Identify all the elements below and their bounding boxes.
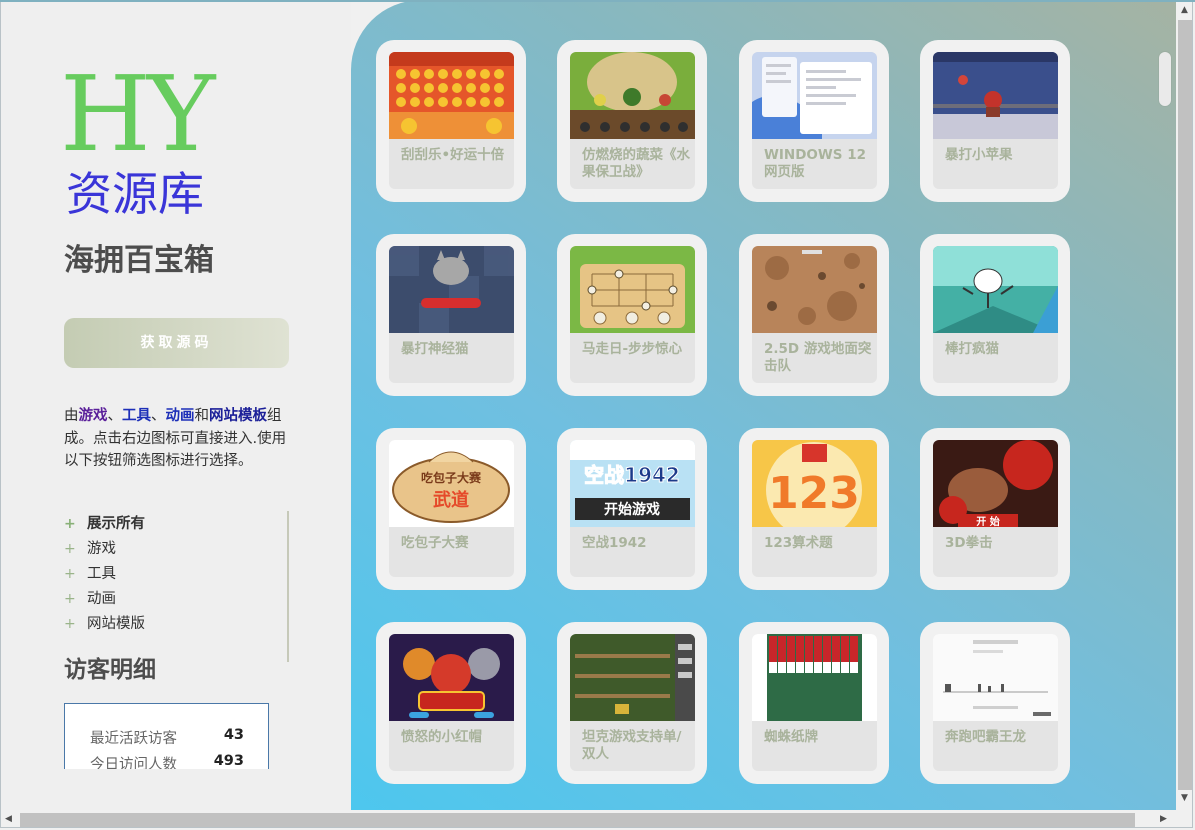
card-windows12[interactable]: WINDOWS 12 网页版 — [739, 40, 889, 202]
spider-solitaire-thumb — [752, 634, 877, 721]
card-title: 3D拳击 — [945, 535, 993, 551]
templates-link[interactable]: 网站模板 — [209, 408, 267, 424]
card-3d-boxing[interactable]: 开 始 3D拳击 — [920, 428, 1070, 590]
card-ground-assault[interactable]: 2.5D 游戏地面突击队 — [739, 234, 889, 396]
site-subtitle: 海拥百宝箱 — [64, 243, 214, 278]
animation-link[interactable]: 动画 — [166, 408, 195, 424]
beat-apple-thumb — [933, 52, 1058, 139]
plus-icon: + — [64, 566, 76, 582]
card-scratch-lottery[interactable]: 刮刮乐•好运十倍 — [376, 40, 526, 202]
vertical-scroll-thumb[interactable] — [1178, 20, 1192, 790]
card-title: 马走日-步步惊心 — [582, 341, 683, 357]
scroll-left-icon[interactable]: ◀ — [5, 814, 12, 824]
scratch-card-thumb — [389, 52, 514, 139]
scrollbar-corner — [1176, 810, 1195, 830]
card-air-war-1942[interactable]: 空战1942 开始游戏 空战1942 — [557, 428, 707, 590]
beat-cat-thumb — [389, 246, 514, 333]
card-title: 棒打疯猫 — [945, 341, 999, 357]
fruit-defense-thumb — [570, 52, 695, 139]
card-fruit-defense[interactable]: 仿燃烧的蔬菜《水果保卫战》 — [557, 40, 707, 202]
svg-text:武道: 武道 — [433, 489, 469, 511]
card-title: 奔跑吧霸王龙 — [945, 729, 1026, 745]
card-bat-crazy-cat[interactable]: 棒打疯猫 — [920, 234, 1070, 396]
svg-text:开 始: 开 始 — [976, 515, 999, 527]
plus-icon: + — [64, 541, 76, 557]
card-tank-game[interactable]: 坦克游戏支持单/双人 — [557, 622, 707, 784]
horizontal-scrollbar[interactable]: ◀ ▶ — [0, 810, 1176, 830]
filter-animation[interactable]: + 动画 — [64, 587, 289, 612]
card-title: 2.5D 游戏地面突击队 — [764, 341, 872, 374]
plus-icon: + — [64, 591, 76, 607]
bat-crazy-cat-thumb — [933, 246, 1058, 333]
horizontal-scroll-thumb[interactable] — [20, 813, 1135, 827]
card-trex-runner[interactable]: 奔跑吧霸王龙 — [920, 622, 1070, 784]
get-source-button[interactable]: 获取源码 — [64, 318, 289, 368]
ground-assault-thumb — [752, 246, 877, 333]
filter-templates[interactable]: + 网站模版 — [64, 612, 289, 637]
sidebar: HY 资源库 海拥百宝箱 获取源码 由游戏、工具、动画和网站模板组成。点击右边图… — [0, 0, 351, 810]
red-hood-thumb — [389, 634, 514, 721]
inner-scroll-handle[interactable] — [1159, 52, 1171, 106]
air-war-thumb: 空战1942 开始游戏 — [570, 440, 695, 527]
scroll-down-icon[interactable]: ▼ — [1181, 793, 1188, 803]
svg-text:吃包子大赛: 吃包子大赛 — [421, 470, 482, 485]
card-title: 刮刮乐•好运十倍 — [401, 147, 505, 163]
plus-icon: + — [64, 616, 76, 632]
card-title: 愤怒的小红帽 — [401, 729, 482, 745]
windows12-thumb — [752, 52, 877, 139]
card-knight-move[interactable]: 马走日-步步惊心 — [557, 234, 707, 396]
visitor-stats: 最近活跃访客 43 今日访问人数 493 — [64, 703, 269, 769]
svg-text:空战1942: 空战1942 — [584, 463, 680, 487]
card-title: 坦克游戏支持单/双人 — [582, 729, 682, 762]
scroll-up-icon[interactable]: ▲ — [1181, 5, 1188, 15]
filter-list: + 展示所有 + 游戏 + 工具 + 动画 + 网站模版 — [64, 512, 289, 637]
logo-hy: HY — [60, 53, 215, 175]
card-beat-apple[interactable]: 暴打小苹果 — [920, 40, 1070, 202]
card-arithmetic[interactable]: 123 123算术题 — [739, 428, 889, 590]
filter-divider — [287, 511, 289, 662]
arithmetic-thumb: 123 — [752, 440, 877, 527]
filter-games[interactable]: + 游戏 — [64, 537, 289, 562]
games-link[interactable]: 游戏 — [79, 408, 108, 424]
trex-runner-thumb — [933, 634, 1058, 721]
card-bun-contest[interactable]: 吃包子大赛 武道 吃包子大赛 — [376, 428, 526, 590]
card-title: 123算术题 — [764, 535, 833, 551]
card-spider-solitaire[interactable]: 蜘蛛纸牌 — [739, 622, 889, 784]
filter-tools[interactable]: + 工具 — [64, 562, 289, 587]
card-title: 吃包子大赛 — [401, 535, 469, 551]
scroll-right-icon[interactable]: ▶ — [1160, 814, 1167, 824]
site-description: 由游戏、工具、动画和网站模板组成。点击右边图标可直接进入.使用以下按钮筛选图标进… — [64, 408, 287, 469]
tools-link[interactable]: 工具 — [122, 408, 151, 424]
card-beat-cat[interactable]: 暴打神经猫 — [376, 234, 526, 396]
card-title: WINDOWS 12 网页版 — [764, 147, 866, 180]
window-top-border — [0, 0, 1195, 2]
card-title: 空战1942 — [582, 535, 647, 551]
svg-text:开始游戏: 开始游戏 — [604, 501, 660, 518]
plus-icon: + — [64, 516, 76, 532]
card-title: 蜘蛛纸牌 — [764, 729, 818, 745]
card-title: 暴打神经猫 — [401, 341, 469, 357]
vertical-scrollbar[interactable]: ▲ ▼ — [1176, 0, 1195, 810]
filter-show-all[interactable]: + 展示所有 — [64, 512, 289, 537]
stat-active-visitors: 最近活跃访客 43 — [90, 727, 244, 747]
logo-library: 资源库 — [66, 167, 204, 221]
resource-grid: 刮刮乐•好运十倍 仿燃烧的蔬菜《水果保卫战》 WINDOWS 12 网页版 暴打… — [351, 0, 1176, 810]
visitor-title: 访客明细 — [64, 657, 156, 683]
card-angry-red-hood[interactable]: 愤怒的小红帽 — [376, 622, 526, 784]
tank-thumb — [570, 634, 695, 721]
card-title: 仿燃烧的蔬菜《水果保卫战》 — [582, 147, 690, 180]
card-title: 暴打小苹果 — [945, 147, 1013, 163]
svg-text:123: 123 — [768, 468, 860, 519]
stat-today-visitors: 今日访问人数 493 — [90, 753, 244, 769]
knight-move-thumb — [570, 246, 695, 333]
bun-contest-thumb: 吃包子大赛 武道 — [389, 440, 514, 527]
boxing-thumb: 开 始 — [933, 440, 1058, 527]
